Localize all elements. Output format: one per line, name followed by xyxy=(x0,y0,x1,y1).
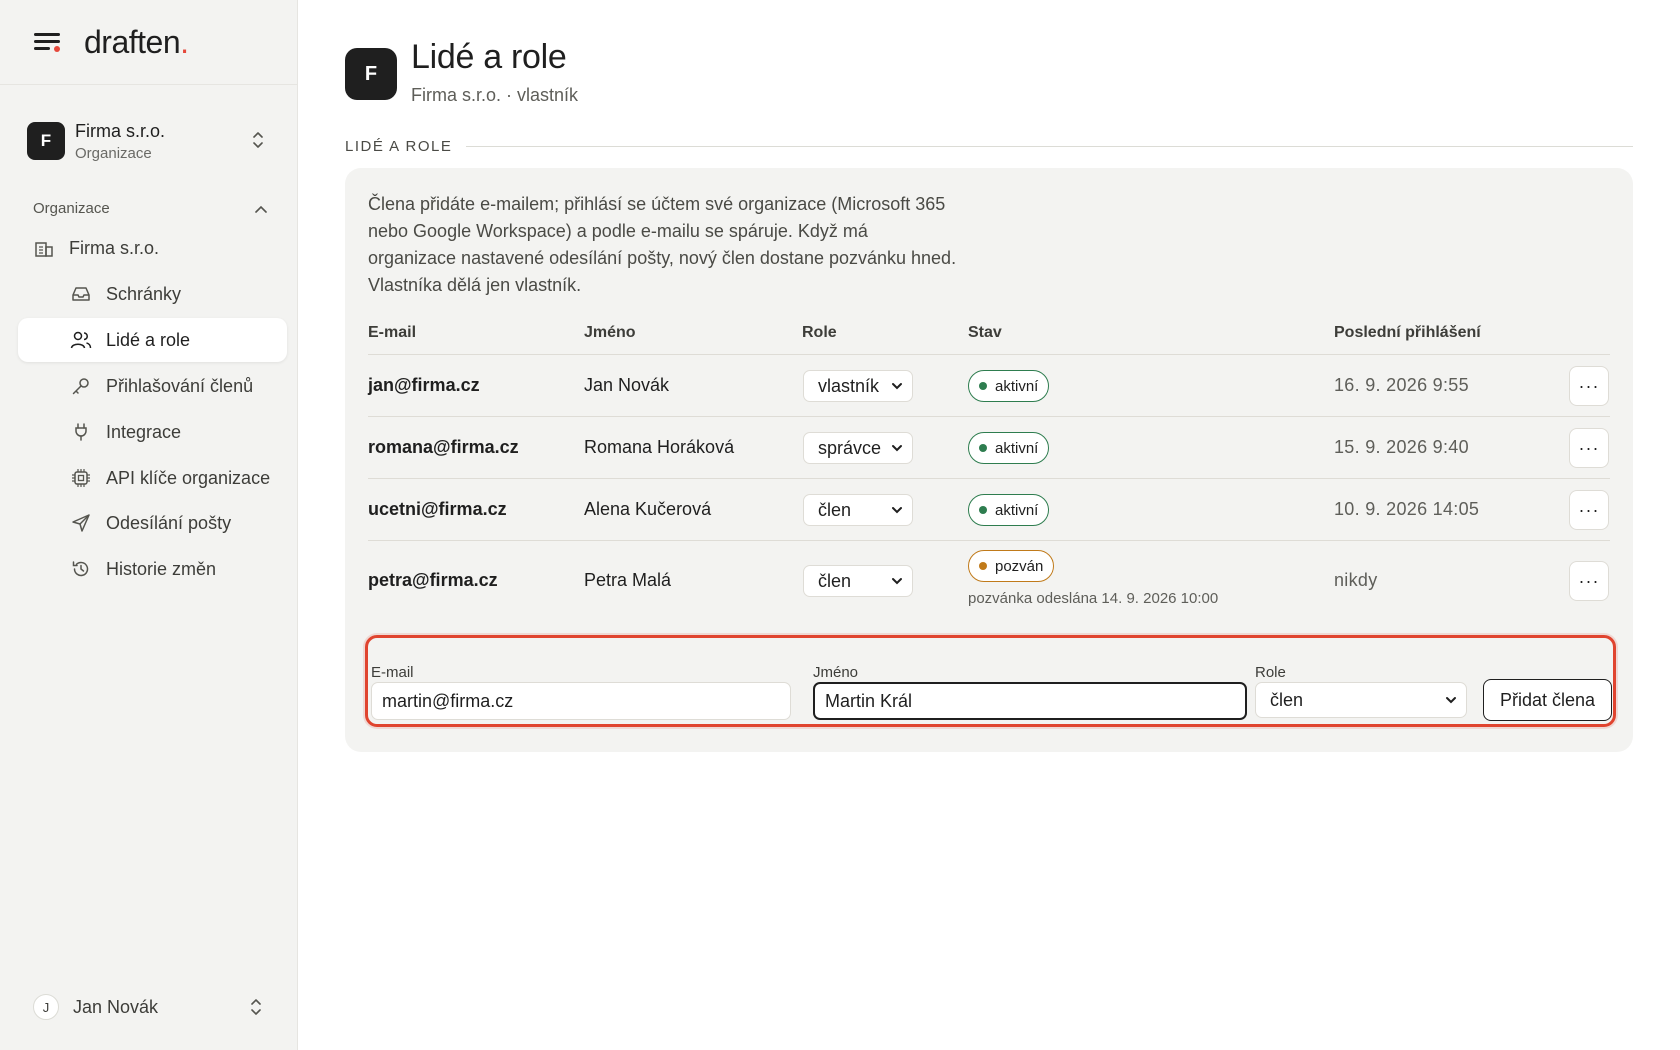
chip-icon xyxy=(70,467,92,489)
brand-bar: draften. xyxy=(0,0,297,85)
sidebar-item-api-klice[interactable]: API klíče organizace xyxy=(70,456,270,500)
intro-text: Člena přidáte e-mailem; přihlásí se účte… xyxy=(368,194,957,295)
row-last-login: nikdy xyxy=(1334,570,1378,590)
email-field[interactable]: martin@firma.cz xyxy=(371,682,791,720)
status-badge: aktivní xyxy=(968,370,1050,402)
chevron-updown-icon xyxy=(253,132,263,148)
row-email: jan@firma.cz xyxy=(368,375,480,395)
row-more-button[interactable]: ··· xyxy=(1569,561,1609,601)
col-status: Stav xyxy=(968,324,1002,341)
row-more-button[interactable]: ··· xyxy=(1569,366,1609,406)
add-member-form: E-mail martin@firma.cz Jméno Martin Král… xyxy=(365,635,1616,727)
sidebar-item-integrace[interactable]: Integrace xyxy=(70,410,181,454)
email-label: E-mail xyxy=(371,664,414,681)
user-name: Jan Novák xyxy=(73,996,159,1017)
history-icon xyxy=(70,558,92,580)
menu-icon[interactable] xyxy=(34,31,60,53)
org-name: Firma s.r.o. xyxy=(75,120,166,141)
row-last-login: 10. 9. 2026 14:05 xyxy=(1334,499,1480,519)
status-badge: aktivní xyxy=(968,432,1050,464)
sidebar-item-firma[interactable]: Firma s.r.o. xyxy=(33,226,159,270)
plug-icon xyxy=(70,421,92,443)
row-name: Romana Horáková xyxy=(584,437,735,457)
org-avatar: F xyxy=(27,122,65,160)
chevron-updown-icon xyxy=(251,999,261,1015)
col-last-login: Poslední přihlášení xyxy=(1334,324,1481,341)
org-type: Organizace xyxy=(75,144,152,162)
row-last-login: 16. 9. 2026 9:55 xyxy=(1334,375,1469,395)
user-avatar: J xyxy=(33,994,59,1020)
row-name: Petra Malá xyxy=(584,570,672,590)
sidebar-item-prihlasovani[interactable]: Přihlašování členů xyxy=(70,364,253,408)
role-select[interactable]: správce xyxy=(803,432,913,464)
role-select[interactable]: vlastník xyxy=(803,370,913,402)
sidebar: draften. F Firma s.r.o. Organizace Organ… xyxy=(0,0,298,1050)
chevron-down-icon xyxy=(892,383,902,390)
role-select[interactable]: člen xyxy=(803,494,913,526)
row-more-button[interactable]: ··· xyxy=(1569,428,1609,468)
role-select[interactable]: člen xyxy=(803,565,913,597)
sidebar-item-lide-a-role[interactable]: Lidé a role xyxy=(18,318,287,362)
page-subtitle: Firma s.r.o. · vlastník xyxy=(411,85,579,105)
sidebar-item-odesilani-posty[interactable]: Odesílání pošty xyxy=(70,501,231,545)
members-card: Člena přidáte e-mailem; přihlásí se účte… xyxy=(345,168,1633,752)
row-email: petra@firma.cz xyxy=(368,570,498,590)
row-name: Jan Novák xyxy=(584,375,670,395)
key-icon xyxy=(70,375,92,397)
inbox-icon xyxy=(70,283,92,305)
name-field[interactable]: Martin Král xyxy=(813,682,1247,720)
chevron-down-icon xyxy=(892,445,902,452)
name-label: Jméno xyxy=(813,664,859,681)
sidebar-item-historie-zmen[interactable]: Historie změn xyxy=(70,547,216,591)
user-switcher[interactable]: J Jan Novák xyxy=(33,990,273,1024)
row-email: ucetni@firma.cz xyxy=(368,499,507,519)
users-icon xyxy=(70,329,92,351)
sidebar-item-schranky[interactable]: Schránky xyxy=(70,272,181,316)
role-select[interactable]: člen xyxy=(1255,682,1467,718)
row-last-login: 15. 9. 2026 9:40 xyxy=(1334,437,1469,457)
main-content: F Lidé a role Firma s.r.o. · vlastník LI… xyxy=(345,0,1635,1050)
section-label: LIDÉ A ROLE xyxy=(345,138,1633,155)
org-switcher[interactable]: F Firma s.r.o. Organizace xyxy=(27,116,273,166)
invite-note: pozvánka odeslána 14. 9. 2026 10:00 xyxy=(968,590,1219,607)
add-member-button[interactable]: Přidat člena xyxy=(1483,679,1612,721)
page-org-avatar: F xyxy=(345,48,397,100)
col-name: Jméno xyxy=(584,324,636,341)
col-role: Role xyxy=(802,324,837,341)
row-name: Alena Kučerová xyxy=(584,499,712,519)
page-title: Lidé a role xyxy=(411,38,567,76)
status-badge: aktivní xyxy=(968,494,1050,526)
row-email: romana@firma.cz xyxy=(368,437,519,457)
logo: draften. xyxy=(84,23,189,60)
role-label: Role xyxy=(1255,664,1286,681)
col-email: E-mail xyxy=(368,324,417,341)
sidebar-section-organizace[interactable]: Organizace xyxy=(33,200,267,217)
chevron-down-icon xyxy=(1446,697,1456,704)
chevron-down-icon xyxy=(892,578,902,585)
chevron-down-icon xyxy=(892,507,902,514)
building-icon xyxy=(33,237,55,259)
chevron-up-icon xyxy=(255,205,267,213)
send-icon xyxy=(70,512,92,534)
row-more-button[interactable]: ··· xyxy=(1569,490,1609,530)
status-badge: pozván xyxy=(968,550,1055,582)
